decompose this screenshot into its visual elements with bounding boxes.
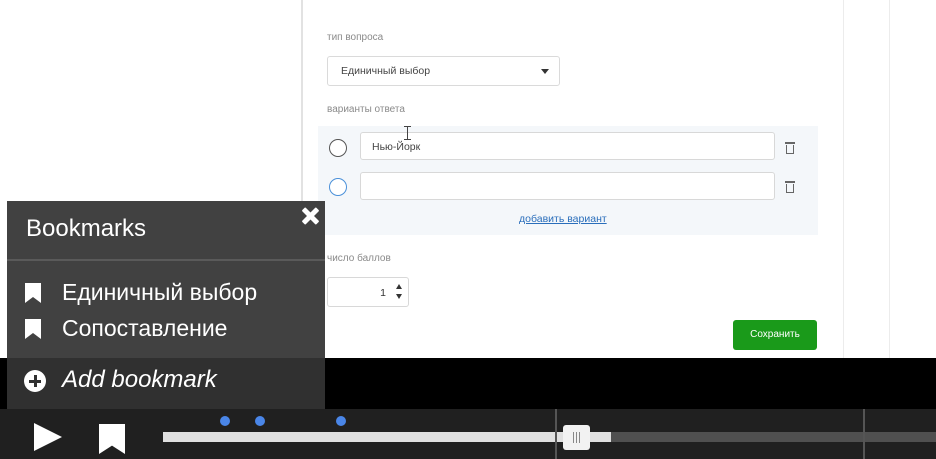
answer-1-input[interactable]: Нью-Йорк (360, 132, 775, 160)
question-type-value: Единичный выбор (341, 65, 431, 77)
close-icon[interactable] (299, 205, 321, 227)
bookmark-icon (25, 283, 41, 303)
answers-label: варианты ответа (327, 104, 405, 115)
bookmark-marker[interactable] (335, 416, 346, 426)
trash-icon[interactable] (785, 142, 795, 154)
far-right-divider (889, 0, 890, 358)
plus-circle-icon (24, 370, 46, 392)
add-bookmark-button[interactable]: Add bookmark (7, 358, 325, 409)
points-value: 1 (380, 287, 386, 299)
points-stepper[interactable]: 1 (327, 277, 409, 307)
seek-handle[interactable] (563, 425, 591, 450)
save-button[interactable]: Сохранить (733, 320, 817, 350)
question-type-select[interactable]: Единичный выбор (327, 56, 560, 86)
right-divider (843, 0, 844, 358)
trash-icon[interactable] (785, 181, 795, 193)
question-type-label: тип вопроса (327, 32, 384, 43)
play-icon[interactable] (34, 423, 62, 451)
bookmarks-panel: Bookmarks Единичный выбор Сопоставление (7, 201, 325, 358)
bookmark-marker[interactable] (254, 416, 265, 426)
chapter-divider (863, 409, 865, 459)
points-label: число баллов (327, 253, 391, 264)
answer-1-radio[interactable] (329, 139, 347, 157)
bookmark-toggle-icon[interactable] (99, 424, 125, 454)
seek-bar[interactable] (163, 432, 936, 442)
seek-bar-progress (163, 432, 612, 442)
stepper-down-icon[interactable] (396, 294, 402, 299)
chapter-divider (555, 409, 557, 459)
bookmark-label: Единичный выбор (62, 279, 258, 305)
add-bookmark-label: Add bookmark (62, 366, 217, 393)
add-variant-link[interactable]: добавить вариант (519, 213, 607, 225)
text-cursor-icon (404, 126, 411, 140)
caret-down-icon (541, 69, 549, 74)
player-controls (0, 409, 936, 459)
bookmarks-header: Bookmarks (7, 201, 325, 261)
bookmark-label: Сопоставление (62, 315, 228, 341)
bookmark-marker[interactable] (219, 416, 230, 426)
answer-1-text: Нью-Йорк (372, 141, 421, 153)
answer-2-input[interactable] (360, 172, 775, 200)
bookmarks-title: Bookmarks (26, 215, 147, 242)
stepper-up-icon[interactable] (396, 284, 402, 289)
answer-2-radio[interactable] (329, 178, 347, 196)
bookmark-icon (25, 319, 41, 339)
